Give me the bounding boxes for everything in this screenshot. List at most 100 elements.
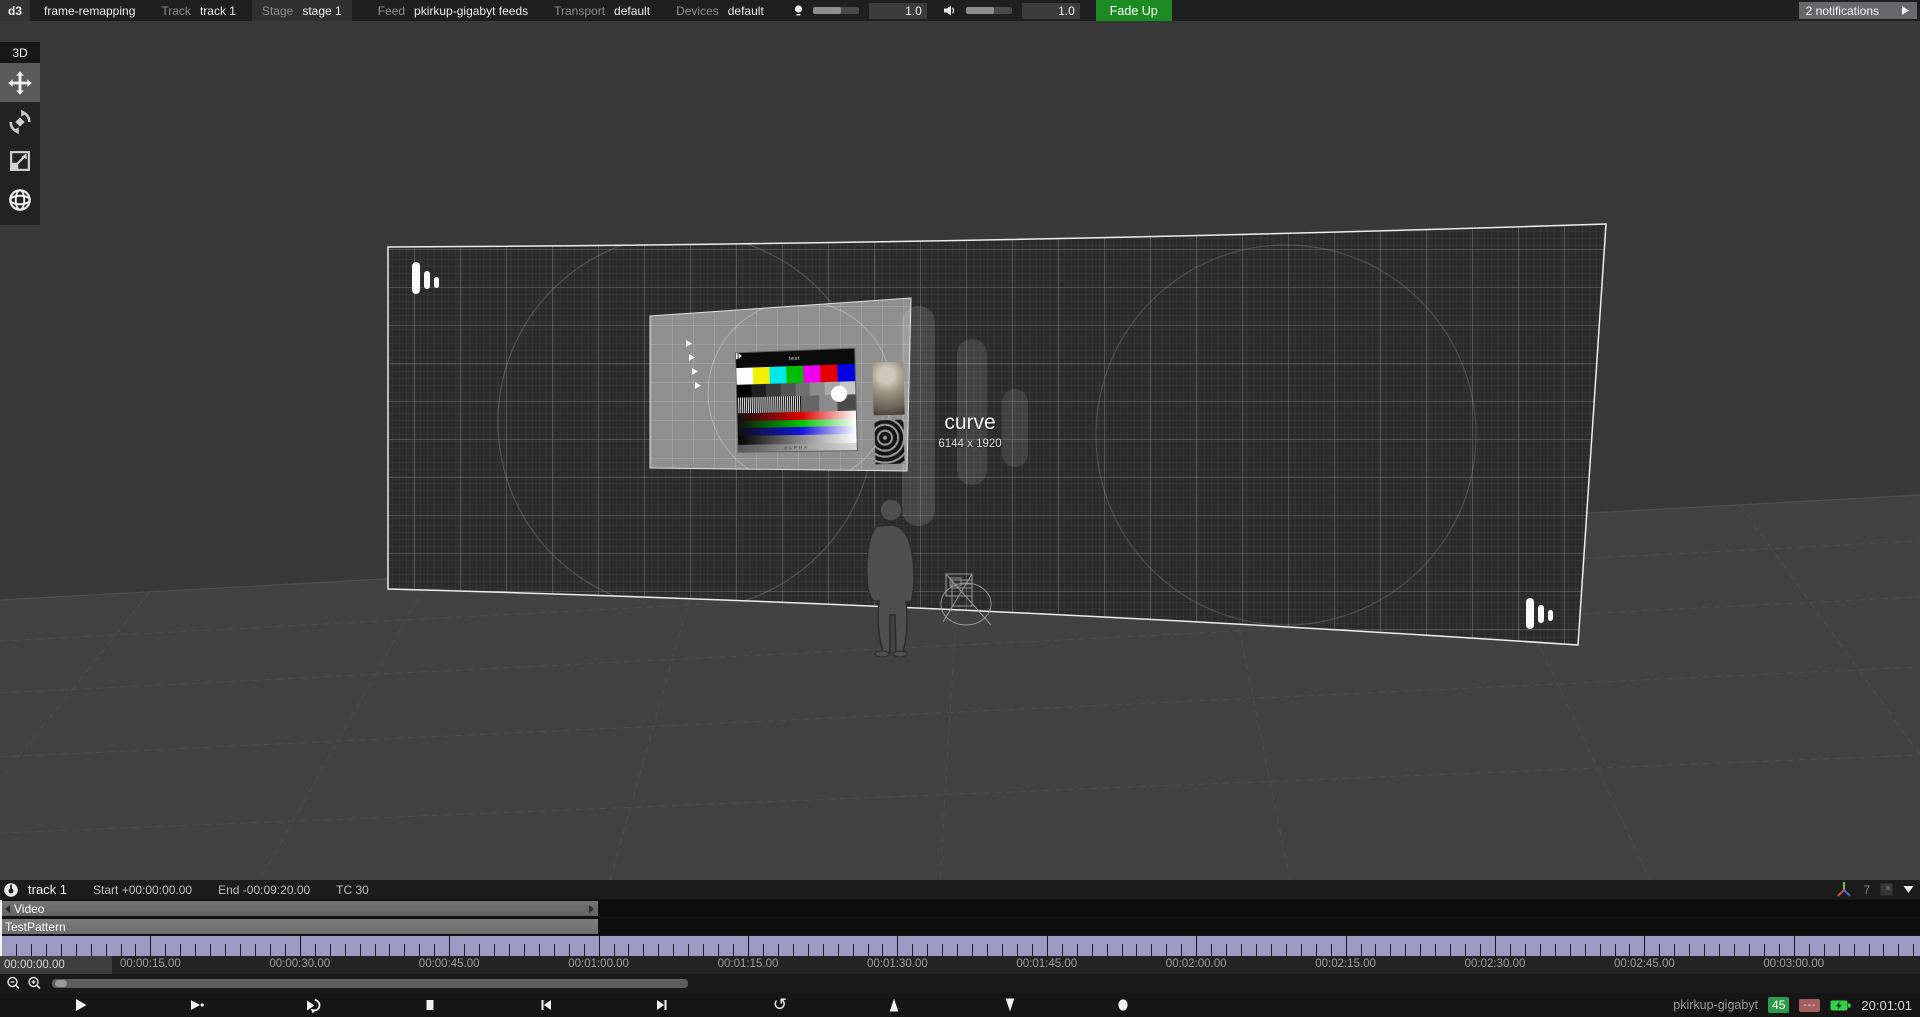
ruler-minor-tick xyxy=(76,944,77,956)
ruler-minor-tick xyxy=(464,944,465,956)
zoom-out-icon[interactable] xyxy=(6,976,21,991)
ruler-minor-tick xyxy=(584,944,585,956)
playhead[interactable] xyxy=(0,900,2,956)
projection-surface[interactable] xyxy=(645,291,915,485)
ruler-timecode-label: 00:01:00.00 xyxy=(544,958,654,970)
skip-to-start-button[interactable] xyxy=(536,995,556,1015)
ruler-minor-tick xyxy=(1704,944,1705,956)
track-name[interactable]: track 1 xyxy=(28,882,67,897)
ruler-minor-tick xyxy=(1540,944,1541,956)
ruler-major-tick xyxy=(449,936,450,956)
track-counter: 7 xyxy=(1863,883,1870,897)
menu-track[interactable]: Track track 1 xyxy=(161,0,236,21)
ruler-minor-tick xyxy=(1181,944,1182,956)
ruler-minor-tick xyxy=(1734,944,1735,956)
play-section-button[interactable] xyxy=(187,995,207,1015)
view-mode-label[interactable]: 3D xyxy=(0,42,40,63)
collapse-panel-icon[interactable] xyxy=(1903,885,1914,894)
play-button[interactable] xyxy=(71,995,91,1015)
ruler-minor-tick xyxy=(1420,944,1421,956)
ruler-minor-tick xyxy=(763,944,764,956)
ruler-minor-tick xyxy=(524,944,525,956)
menu-devices[interactable]: Devices default xyxy=(676,0,764,21)
layer-name: TestPattern xyxy=(5,920,66,934)
video-layer-row: Video xyxy=(0,900,1920,917)
stage-3d-viewport[interactable]: curve 6144 x 1920 testALPHA xyxy=(0,21,1920,880)
ruler-minor-tick xyxy=(434,944,435,956)
move-tool-button[interactable] xyxy=(0,63,40,102)
ruler-minor-tick xyxy=(479,944,480,956)
ruler-minor-tick xyxy=(255,944,256,956)
ruler-minor-tick xyxy=(91,944,92,956)
machine-name: pkirkup-gigabyt xyxy=(1673,998,1758,1012)
menu-feed[interactable]: Feed pkirkup-gigabyt feeds xyxy=(378,0,528,21)
stop-button[interactable] xyxy=(420,995,440,1015)
brightness-value[interactable]: 1.0 xyxy=(869,3,927,19)
world-axes-button[interactable] xyxy=(0,180,40,219)
return-to-start-button[interactable]: ↺ xyxy=(770,995,790,1015)
section-up-button[interactable] xyxy=(884,995,904,1015)
layer-scroll-right-icon[interactable] xyxy=(589,905,594,913)
rotate-tool-button[interactable] xyxy=(0,102,40,141)
timeline-zoom-row xyxy=(0,974,1920,993)
ruler-minor-tick xyxy=(733,944,734,956)
ruler-minor-tick xyxy=(1510,944,1511,956)
timeline-ruler[interactable] xyxy=(0,936,1920,956)
project-name[interactable]: frame-remapping xyxy=(44,4,135,18)
notifications-badge[interactable]: 2 notifications xyxy=(1799,2,1917,19)
ruler-minor-tick xyxy=(1615,944,1616,956)
timeline-scrollbar[interactable] xyxy=(52,979,688,988)
ruler-major-tick xyxy=(1346,936,1347,956)
testpattern-layer-row: TestPattern xyxy=(0,918,1920,935)
ruler-minor-tick xyxy=(957,944,958,956)
grid-toggle-icon[interactable] xyxy=(1880,883,1893,896)
video-layer-bar[interactable]: Video xyxy=(1,901,598,916)
ruler-minor-tick xyxy=(1226,944,1227,956)
ruler-minor-tick xyxy=(1465,944,1466,956)
ruler-minor-tick xyxy=(210,944,211,956)
testpattern-layer-bar[interactable]: TestPattern xyxy=(1,919,598,934)
ruler-minor-tick xyxy=(614,944,615,956)
zoom-in-icon[interactable] xyxy=(27,976,42,991)
ruler-minor-tick xyxy=(823,944,824,956)
axes-icon[interactable] xyxy=(1835,881,1853,898)
track-timecode-rate: TC 30 xyxy=(336,883,369,897)
menu-stage[interactable]: Stage stage 1 xyxy=(252,0,352,21)
track-clock-icon[interactable] xyxy=(3,882,19,898)
curve-screen-surface[interactable] xyxy=(380,216,1620,656)
ruler-major-tick xyxy=(300,936,301,956)
ruler-minor-tick xyxy=(1854,944,1855,956)
d3-app-menu[interactable]: d3 xyxy=(0,0,30,21)
ruler-timecode-label: 00:02:15.00 xyxy=(1291,958,1401,970)
scrollbar-knob[interactable] xyxy=(55,980,67,987)
ruler-minor-tick xyxy=(1405,944,1406,956)
scale-tool-button[interactable] xyxy=(0,141,40,180)
rotate-icon xyxy=(7,109,33,135)
skip-to-end-button[interactable] xyxy=(652,995,672,1015)
ruler-minor-tick xyxy=(1839,944,1840,956)
layer-group-name: Video xyxy=(14,902,44,916)
stage-3d-scene xyxy=(0,21,1920,880)
fade-up-button[interactable]: Fade Up xyxy=(1096,0,1172,21)
ruler-minor-tick xyxy=(673,944,674,956)
ruler-minor-tick xyxy=(718,944,719,956)
d3-application-window: d3 frame-remapping Track track 1 Stage s… xyxy=(0,0,1920,1017)
record-button[interactable] xyxy=(1113,995,1133,1015)
loop-play-button[interactable] xyxy=(303,995,323,1015)
ruler-minor-tick xyxy=(1122,944,1123,956)
ruler-minor-tick xyxy=(1151,944,1152,956)
volume-value[interactable]: 1.0 xyxy=(1022,3,1080,19)
ruler-minor-tick xyxy=(1077,944,1078,956)
ruler-minor-tick xyxy=(1390,944,1391,956)
volume-slider[interactable] xyxy=(966,7,1012,14)
ruler-minor-tick xyxy=(1764,944,1765,956)
ruler-minor-tick xyxy=(240,944,241,956)
menu-transport[interactable]: Transport default xyxy=(554,0,650,21)
section-down-button[interactable] xyxy=(1000,995,1020,1015)
ruler-minor-tick xyxy=(1555,944,1556,956)
ruler-minor-tick xyxy=(1301,944,1302,956)
layer-scroll-left-icon[interactable] xyxy=(5,905,10,913)
ruler-minor-tick xyxy=(658,944,659,956)
ruler-minor-tick xyxy=(16,944,17,956)
brightness-slider[interactable] xyxy=(813,7,859,14)
